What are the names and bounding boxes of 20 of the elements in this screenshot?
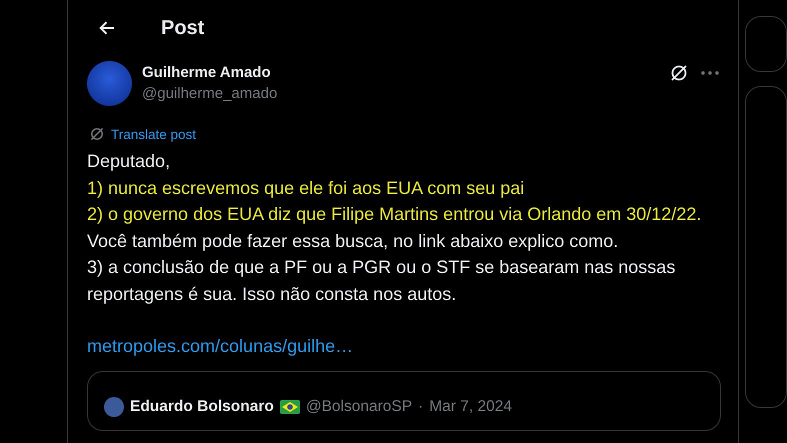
article-link[interactable]: metropoles.com/colunas/guilhe… — [87, 333, 354, 360]
post-date: Mar 7, 2024 — [429, 398, 512, 416]
author-handle[interactable]: @guilherme_amado — [142, 85, 659, 102]
post-text: Deputado, — [87, 150, 172, 173]
avatar — [104, 397, 124, 417]
author-name[interactable]: Guilherme Amado — [142, 64, 659, 81]
quoted-author-handle: @BolsonaroSP — [306, 398, 412, 416]
flag-icon — [280, 400, 300, 414]
slashed-circle-icon[interactable] — [669, 63, 689, 83]
post-text: 2) o governo dos EUA diz que Filipe Martins entrou via Orlando em 30/12/22. Você também pode fazer essa busca, no link abaixo explico como. — [87, 203, 702, 253]
translate-link[interactable]: Translate post — [111, 126, 196, 142]
avatar[interactable] — [87, 61, 132, 106]
post-text: 1) nunca escrevemos que ele foi aos EUA com seu pai — [87, 176, 526, 200]
post-text: 3) a conclusão de que a PF ou a PGR ou o STF se basearam nas nossas reportagens é sua. Isso não consta nos autos. — [87, 256, 676, 306]
page-title: Post — [161, 16, 204, 40]
sidebar-panel — [745, 16, 787, 72]
more-options-icon[interactable] — [701, 71, 719, 75]
quoted-author-name: Eduardo Bolsonaro — [130, 398, 274, 416]
separator: · — [418, 398, 424, 416]
quoted-post-card[interactable]: Eduardo Bolsonaro @BolsonaroSP · Mar 7, 2024 — [87, 370, 721, 430]
